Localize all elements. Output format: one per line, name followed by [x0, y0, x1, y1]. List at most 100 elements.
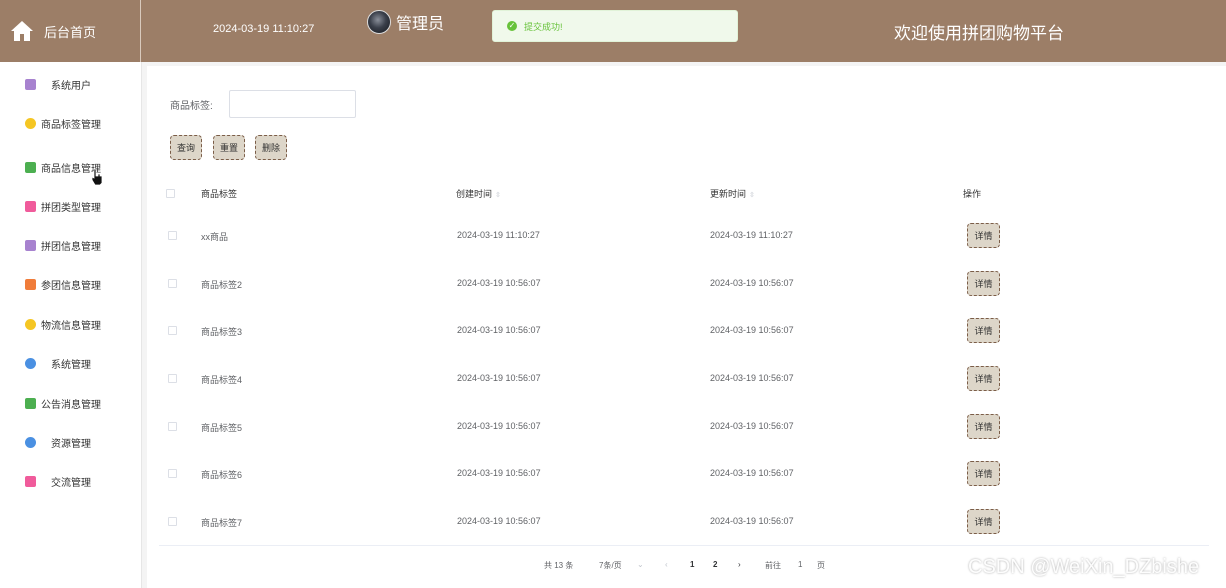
- home-link[interactable]: 后台首页: [0, 0, 141, 62]
- message-icon: [25, 161, 36, 173]
- goto-label: 前往: [765, 561, 781, 570]
- cell-created: 2024-03-19 10:56:07: [457, 421, 541, 431]
- sidebar-item-label: 参团信息管理: [41, 280, 101, 292]
- page-unit-label: 页: [817, 561, 825, 570]
- sort-icon[interactable]: ⇳: [749, 191, 755, 199]
- cell-updated: 2024-03-19 10:56:07: [710, 468, 794, 478]
- sidebar-item-product-tags[interactable]: 商品标签管理: [0, 108, 141, 138]
- row-checkbox[interactable]: [168, 422, 177, 431]
- table-row: xx商品 2024-03-19 11:10:27 2024-03-19 11:1…: [159, 212, 1209, 259]
- row-checkbox[interactable]: [168, 469, 177, 478]
- user-group-icon: [25, 239, 36, 251]
- sidebar-item-system-mgmt[interactable]: 系统管理: [0, 348, 141, 378]
- row-checkbox[interactable]: [168, 326, 177, 335]
- reset-button[interactable]: 重置: [213, 135, 245, 160]
- query-button[interactable]: 查询: [170, 135, 202, 160]
- sidebar-item-label: 公告消息管理: [41, 399, 101, 411]
- sidebar-item-label: 资源管理: [51, 438, 91, 450]
- row-checkbox[interactable]: [168, 374, 177, 383]
- next-page-icon[interactable]: ›: [738, 560, 741, 569]
- detail-button[interactable]: 详情: [967, 223, 1000, 248]
- sidebar-item-logistics[interactable]: 物流信息管理: [0, 309, 141, 339]
- user-group-icon: [25, 78, 36, 90]
- message-icon: [25, 397, 36, 409]
- cell-updated: 2024-03-19 11:10:27: [710, 230, 793, 240]
- cell-updated: 2024-03-19 10:56:07: [710, 278, 794, 288]
- sidebar-item-label: 拼团信息管理: [41, 241, 101, 253]
- cell-tag: 商品标签7: [201, 518, 243, 528]
- avatar: [367, 10, 391, 34]
- sidebar-item-label: 物流信息管理: [41, 320, 101, 332]
- current-datetime: 2024-03-19 11:10:27: [213, 23, 315, 35]
- sidebar-item-product-info[interactable]: 商品信息管理: [0, 152, 141, 182]
- product-tag-input[interactable]: [229, 90, 356, 118]
- table-row: 商品标签4 2024-03-19 10:56:07 2024-03-19 10:…: [159, 355, 1209, 402]
- delete-button[interactable]: 删除: [255, 135, 287, 160]
- cell-tag: xx商品: [201, 232, 229, 242]
- sidebar-item-label: 交流管理: [51, 477, 91, 489]
- row-checkbox[interactable]: [168, 231, 177, 240]
- detail-button[interactable]: 详情: [967, 271, 1000, 296]
- grid-icon: [25, 278, 36, 290]
- home-label: 后台首页: [44, 24, 97, 40]
- detail-button[interactable]: 详情: [967, 366, 1000, 391]
- sidebar-item-label: 系统管理: [51, 359, 91, 371]
- sidebar-item-group-types[interactable]: 拼团类型管理: [0, 191, 141, 221]
- col-actions: 操作: [963, 189, 982, 199]
- cell-created: 2024-03-19 10:56:07: [457, 468, 541, 478]
- home-icon: [11, 21, 33, 41]
- page-size-select[interactable]: 7条/页: [599, 560, 622, 571]
- detail-button[interactable]: 详情: [967, 318, 1000, 343]
- cell-created: 2024-03-19 11:10:27: [457, 230, 540, 240]
- tag-icon: [25, 318, 36, 330]
- sidebar-item-exchange[interactable]: 交流管理: [0, 466, 141, 496]
- main-panel: 商品标签: 查询 重置 删除 商品标签 创建时间 ⇳ 更新时间 ⇳ 操作 xx商品 …: [147, 66, 1226, 588]
- chevron-down-icon[interactable]: ⌄: [637, 560, 644, 569]
- row-checkbox[interactable]: [168, 517, 177, 526]
- table-row: 商品标签3 2024-03-19 10:56:07 2024-03-19 10:…: [159, 307, 1209, 354]
- col-updated-label: 更新时间: [710, 189, 747, 199]
- star-icon: [25, 436, 36, 448]
- col-updated[interactable]: 更新时间 ⇳: [710, 187, 755, 200]
- table-divider: [159, 545, 1209, 546]
- table-row: 商品标签7 2024-03-19 10:56:07 2024-03-19 10:…: [159, 498, 1209, 545]
- sidebar-item-label: 系统用户: [51, 80, 91, 92]
- row-checkbox[interactable]: [168, 279, 177, 288]
- sidebar-item-announcements[interactable]: 公告消息管理: [0, 388, 141, 418]
- prev-page-icon[interactable]: ‹: [665, 560, 668, 569]
- detail-button[interactable]: 详情: [967, 461, 1000, 486]
- admin-profile[interactable]: 管理员: [367, 10, 444, 34]
- filter-label: 商品标签:: [170, 101, 213, 112]
- table-header: 商品标签 创建时间 ⇳ 更新时间 ⇳ 操作: [159, 178, 1209, 208]
- cell-tag: 商品标签3: [201, 327, 243, 337]
- page-number-1[interactable]: 1: [690, 560, 694, 569]
- select-all-checkbox[interactable]: [166, 189, 175, 198]
- sidebar-item-label: 商品标签管理: [41, 119, 101, 131]
- goto-page-input[interactable]: 1: [798, 560, 802, 569]
- watermark: CSDN @WeiXin_DZbishe: [968, 556, 1200, 578]
- document-icon: [25, 200, 36, 212]
- sort-icon[interactable]: ⇳: [495, 191, 501, 199]
- success-toast: ✓ 提交成功!: [492, 10, 738, 42]
- detail-button[interactable]: 详情: [967, 414, 1000, 439]
- cell-updated: 2024-03-19 10:56:07: [710, 325, 794, 335]
- sidebar-item-resources[interactable]: 资源管理: [0, 427, 141, 457]
- star-icon: [25, 357, 36, 369]
- table-row: 商品标签6 2024-03-19 10:56:07 2024-03-19 10:…: [159, 450, 1209, 497]
- detail-button[interactable]: 详情: [967, 509, 1000, 534]
- cell-updated: 2024-03-19 10:56:07: [710, 373, 794, 383]
- table-row: 商品标签5 2024-03-19 10:56:07 2024-03-19 10:…: [159, 403, 1209, 450]
- tag-icon: [25, 117, 36, 129]
- cell-created: 2024-03-19 10:56:07: [457, 373, 541, 383]
- cursor-hand-icon: [91, 168, 103, 186]
- document-icon: [25, 475, 36, 487]
- page-number-2[interactable]: 2: [713, 560, 717, 569]
- sidebar-item-join-info[interactable]: 参团信息管理: [0, 269, 141, 299]
- cell-updated: 2024-03-19 10:56:07: [710, 421, 794, 431]
- cell-created: 2024-03-19 10:56:07: [457, 516, 541, 526]
- sidebar-item-group-info[interactable]: 拼团信息管理: [0, 230, 141, 260]
- cell-updated: 2024-03-19 10:56:07: [710, 516, 794, 526]
- toast-message: 提交成功!: [524, 21, 563, 32]
- col-created[interactable]: 创建时间 ⇳: [456, 187, 501, 200]
- sidebar-item-system-users[interactable]: 系统用户: [0, 69, 141, 99]
